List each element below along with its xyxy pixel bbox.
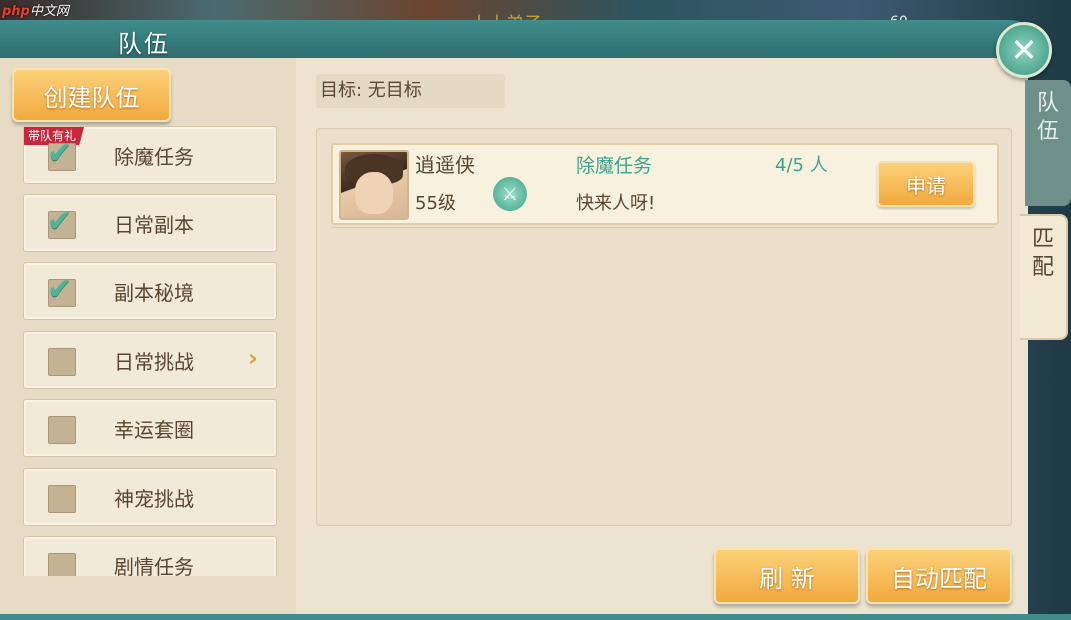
tab-team-label: 队伍 [1036,91,1059,144]
task-label: 幸运套圈 [114,418,194,442]
task-checkbox[interactable]: ✔ [47,136,76,171]
task-checkbox[interactable] [48,553,76,576]
sword-icon: ⚔ [493,177,527,211]
bottom-border [0,614,1071,620]
window-title: 队伍 [118,30,170,58]
task-item-pet-challenge[interactable]: 神宠挑战 [23,468,277,526]
create-team-button[interactable]: 创建队伍 [12,68,171,122]
target-display: 目标: 无目标 [316,74,505,108]
task-filter-list[interactable]: 带队有礼 ✔ 除魔任务 ✔ 日常副本 ✔ 副本秘境 日常挑战 › 幸运套圈 神宠… [23,126,277,576]
avatar [339,150,409,220]
window-title-bar: 队伍 [0,20,1040,60]
task-checkbox[interactable] [48,416,76,444]
team-list[interactable]: 逍遥侠 55级 ⚔ 除魔任务 快来人呀! 4/5 人 申请 [316,128,1012,526]
checkmark-icon: ✔ [47,136,73,171]
team-panel: 创建队伍 带队有礼 ✔ 除魔任务 ✔ 日常副本 ✔ 副本秘境 日常挑战 › 幸运… [0,58,1028,618]
task-label: 神宠挑战 [114,487,194,511]
task-item-daily-challenge[interactable]: 日常挑战 › [23,331,277,389]
watermark: php中文网 [2,4,69,19]
close-icon[interactable]: ✕ [996,22,1052,78]
checkmark-icon: ✔ [47,204,73,239]
team-task: 除魔任务 [576,155,653,177]
team-leader-name: 逍遥侠 [415,153,475,177]
checkmark-icon: ✔ [47,272,73,307]
auto-match-button[interactable]: 自动匹配 [866,548,1012,604]
task-checkbox[interactable] [48,348,76,376]
team-match-content: 目标: 无目标 逍遥侠 55级 ⚔ 除魔任务 快来人呀! 4/5 人 申请 刷 … [296,58,1028,615]
task-checkbox[interactable]: ✔ [47,272,76,307]
task-label: 剧情任务 [114,555,194,576]
task-item-daily-dungeon[interactable]: ✔ 日常副本 [23,194,277,252]
tab-match[interactable]: 匹配 [1020,214,1068,340]
task-label: 日常挑战 [114,350,194,374]
task-label: 副本秘境 [114,281,194,305]
row-divider [331,227,995,228]
tab-team[interactable]: 队伍 [1025,80,1071,206]
chevron-right-icon[interactable]: › [248,344,258,372]
team-row[interactable]: 逍遥侠 55级 ⚔ 除魔任务 快来人呀! 4/5 人 申请 [331,143,999,225]
task-item-story-quest[interactable]: 剧情任务 [23,536,277,576]
tab-match-label: 匹配 [1031,227,1054,280]
task-label: 除魔任务 [114,145,194,169]
refresh-button[interactable]: 刷 新 [714,548,860,604]
task-checkbox[interactable]: ✔ [47,204,76,239]
task-item-secret-realm[interactable]: ✔ 副本秘境 [23,262,277,320]
task-label: 日常副本 [114,213,194,237]
task-sidebar: 创建队伍 带队有礼 ✔ 除魔任务 ✔ 日常副本 ✔ 副本秘境 日常挑战 › 幸运… [0,58,296,615]
task-item-lucky-ring[interactable]: 幸运套圈 [23,399,277,457]
apply-button[interactable]: 申请 [877,161,975,207]
task-item-demon-quest[interactable]: 带队有礼 ✔ 除魔任务 [23,126,277,184]
team-message: 快来人呀! [576,193,656,214]
team-member-count: 4/5 人 [775,155,828,176]
task-checkbox[interactable] [48,485,76,513]
team-leader-level: 55级 [415,193,456,214]
